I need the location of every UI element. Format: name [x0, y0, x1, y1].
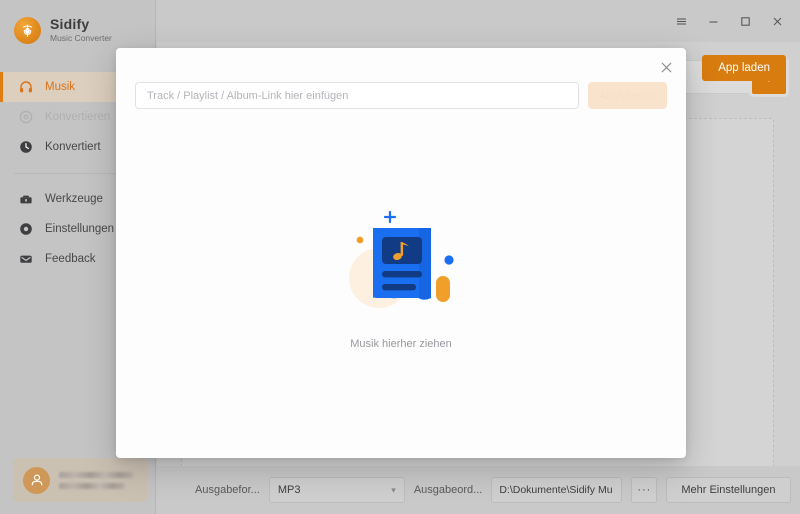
user-avatar-icon — [23, 466, 50, 494]
modal-input-row: Analysieren — [135, 82, 667, 109]
sidebar-item-label: Feedback — [45, 253, 96, 265]
output-folder-path[interactable]: D:\Dokumente\Sidify Mu — [491, 477, 623, 503]
brand-tagline: Music Converter — [50, 32, 112, 43]
add-music-modal: Analysieren — [116, 48, 686, 458]
account-name — [59, 471, 133, 478]
toolbox-icon — [18, 192, 33, 207]
account-email — [59, 482, 125, 489]
account-info — [59, 471, 133, 489]
track-url-input[interactable] — [135, 82, 579, 109]
sidify-logo-icon — [14, 16, 41, 44]
gear-icon — [18, 222, 33, 237]
browse-folder-button[interactable]: ··· — [631, 477, 658, 503]
menu-icon[interactable] — [666, 6, 696, 36]
output-folder-label: Ausgabeord... — [413, 484, 483, 496]
sidebar-item-label: Werkzeuge — [45, 193, 103, 205]
envelope-icon — [18, 252, 33, 267]
app-window: Sidify Music Converter Musik Konvertiere… — [0, 0, 800, 514]
modal-body: Musik hierher ziehen — [116, 120, 686, 458]
sidebar-item-label: Konvertiert — [45, 141, 101, 153]
maximize-icon[interactable] — [730, 6, 760, 36]
clock-icon — [18, 140, 33, 155]
more-settings-button[interactable]: Mehr Einstellungen — [666, 477, 791, 503]
minimize-icon[interactable] — [698, 6, 728, 36]
convert-icon — [18, 110, 33, 125]
account-panel[interactable] — [13, 458, 147, 502]
drag-hint-text: Musik hierher ziehen — [350, 338, 452, 350]
output-format-label: Ausgabefor... — [195, 484, 260, 496]
output-format-select[interactable]: MP3 ▾ — [268, 477, 405, 503]
close-icon[interactable] — [762, 6, 792, 36]
app-load-button[interactable]: App laden — [702, 55, 786, 81]
analyze-button[interactable]: Analysieren — [588, 82, 667, 109]
headphones-icon — [18, 80, 33, 95]
music-document-illustration — [335, 198, 467, 316]
sidebar-item-label: Musik — [45, 81, 76, 93]
modal-close-icon[interactable] — [656, 57, 676, 77]
brand-title: Sidify — [50, 15, 90, 32]
chevron-down-icon: ▾ — [391, 484, 396, 495]
bottom-toolbar: Ausgabefor... MP3 ▾ Ausgabeord... D:\Dok… — [157, 466, 800, 514]
output-format-value: MP3 — [277, 484, 301, 496]
window-controls — [666, 0, 792, 42]
sidebar-item-label: Einstellungen — [45, 223, 115, 235]
sidebar-item-label: Konvertieren — [45, 111, 111, 123]
